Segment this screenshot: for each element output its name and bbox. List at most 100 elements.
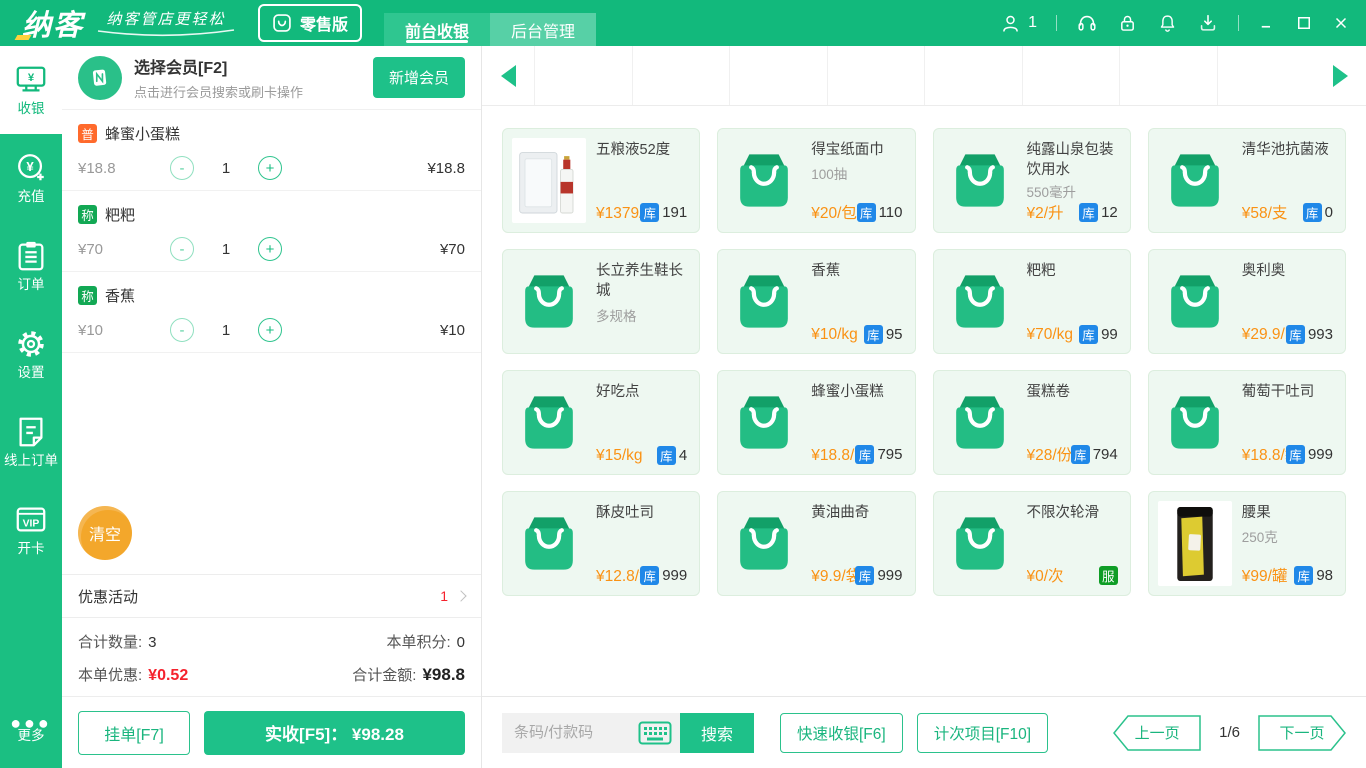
pay-button[interactable]: 实收[F5]： ¥98.28 xyxy=(204,710,465,755)
member-title: 选择会员[F2] xyxy=(134,60,228,77)
hold-order-button[interactable]: 挂单[F7] xyxy=(78,710,190,755)
plus-button[interactable]: + xyxy=(258,237,282,261)
stock-badge: 库 xyxy=(1079,202,1099,222)
product-card[interactable]: 好吃点 ¥15/kg 库 4 xyxy=(502,370,701,475)
category-tab[interactable] xyxy=(826,46,925,105)
product-card[interactable]: 蜂蜜小蛋糕 ¥18.8/袋 库 795 xyxy=(717,370,916,475)
minus-button[interactable]: - xyxy=(170,156,194,180)
support-headset-icon[interactable] xyxy=(1076,12,1098,34)
recharge-icon: ¥ xyxy=(18,154,44,181)
category-tab[interactable] xyxy=(631,46,730,105)
product-spec: 100抽 xyxy=(811,167,848,183)
product-stock: 库 0 xyxy=(1302,202,1333,222)
product-bottom-row: ¥58/支 库 0 xyxy=(1242,201,1333,223)
download-update-icon[interactable] xyxy=(1197,12,1219,34)
product-bottom-row: ¥1379/瓶 库 191 xyxy=(596,201,687,223)
notification-bell-icon[interactable] xyxy=(1157,13,1178,34)
item-qty: 1 xyxy=(221,159,231,177)
tab-back-office[interactable]: 后台管理 xyxy=(490,13,597,46)
sidebar-more-button[interactable]: ●●● 更多 xyxy=(0,694,62,768)
category-tab[interactable] xyxy=(1119,46,1217,105)
close-button[interactable] xyxy=(1332,14,1350,32)
product-card[interactable]: 腰果 250克 ¥99/罐 库 98 xyxy=(1147,491,1346,596)
product-info: 奥利奥 ¥29.9/kg 库 993 xyxy=(1242,259,1333,344)
plus-button[interactable]: + xyxy=(258,156,282,180)
sidebar-item-online-orders[interactable]: 线上订单 xyxy=(0,398,62,486)
cart-item[interactable]: 普 蜂蜜小蛋糕 ¥18.8 - 1 + ¥18.8 xyxy=(62,110,481,191)
product-name: 好吃点 xyxy=(596,384,640,400)
keyboard-icon[interactable] xyxy=(638,721,672,745)
item-name: 蜂蜜小蛋糕 xyxy=(105,126,181,143)
product-card[interactable]: 五粮液52度 ¥1379/瓶 库 191 xyxy=(502,128,701,233)
order-points: 本单积分: 0 xyxy=(386,634,465,651)
edition-label: 零售版 xyxy=(300,17,349,34)
category-next-arrow[interactable] xyxy=(1314,46,1366,105)
member-select-row[interactable]: 选择会员[F2] 点击进行会员搜索或刷卡操作 新增会员 xyxy=(62,46,481,110)
product-card[interactable]: 长立养生鞋长城 多规格 xyxy=(502,249,701,354)
add-member-button[interactable]: 新增会员 xyxy=(372,57,465,98)
product-card[interactable]: 蛋糕卷 ¥28/份 库 794 xyxy=(932,370,1131,475)
sidebar-item-orders[interactable]: 订单 xyxy=(0,222,62,310)
right-triangle-icon xyxy=(1332,64,1348,87)
stock-count: 99 xyxy=(1101,326,1118,343)
lock-icon[interactable] xyxy=(1117,13,1138,34)
product-card[interactable]: 得宝纸面巾 100抽 ¥20/包 库 110 xyxy=(717,128,916,233)
stock-badge: 库 xyxy=(1079,325,1099,344)
cart-summary: 合计数量: 3 本单积分: 0 本单优惠: ¥0.52 合计金额: ¥98.8 xyxy=(62,618,481,696)
stock-badge: 服 xyxy=(1098,565,1118,585)
category-tab[interactable] xyxy=(1021,46,1120,105)
product-bag-icon xyxy=(1158,148,1232,214)
product-bag-icon xyxy=(943,511,1017,577)
product-stock: 库 99 xyxy=(1079,325,1118,344)
cart-item[interactable]: 称 粑粑 ¥70 - 1 + ¥70 xyxy=(62,191,481,272)
category-tab[interactable] xyxy=(924,46,1022,105)
product-card[interactable]: 清华池抗菌液 ¥58/支 库 0 xyxy=(1147,128,1346,233)
category-tab[interactable] xyxy=(1216,46,1315,105)
sidebar-item-recharge[interactable]: ¥ 充值 xyxy=(0,134,62,222)
sidebar-item-cashier[interactable]: ¥ 收银 xyxy=(0,46,62,134)
quick-cashier-button[interactable]: 快速收银[F6] xyxy=(780,712,903,753)
count-item-button[interactable]: 计次项目[F10] xyxy=(916,712,1049,753)
product-name: 腰果 xyxy=(1241,505,1271,521)
product-stock: 库 999 xyxy=(640,565,687,585)
product-card[interactable]: 粑粑 ¥70/kg 库 99 xyxy=(932,249,1131,354)
product-card[interactable]: 奥利奥 ¥29.9/kg 库 993 xyxy=(1147,249,1346,354)
stock-badge: 库 xyxy=(855,565,875,585)
clear-cart-button[interactable]: 清空 xyxy=(78,506,132,560)
sidebar-item-vip-card[interactable]: VIP 开卡 xyxy=(0,486,62,574)
product-card[interactable]: 酥皮吐司 ¥12.8/袋 库 999 xyxy=(502,491,701,596)
cart-item[interactable]: 称 香蕉 ¥10 - 1 + ¥10 xyxy=(62,272,481,353)
online-user[interactable]: 1 xyxy=(1000,13,1037,34)
product-price: ¥58/支 xyxy=(1241,205,1288,222)
product-card[interactable]: 黄油曲奇 ¥9.9/袋 库 999 xyxy=(717,491,916,596)
product-card[interactable]: 纯露山泉包装饮用水 550毫升 ¥2/升 库 12 xyxy=(932,128,1131,233)
more-dots-icon: ●●● xyxy=(10,712,52,733)
product-card[interactable]: 香蕉 ¥10/kg 库 95 xyxy=(717,249,916,354)
product-card[interactable]: 不限次轮滑 ¥0/次 服 xyxy=(932,491,1131,596)
cart-list: 清空 普 蜂蜜小蛋糕 ¥18.8 - 1 + ¥18.8 称 粑粑 ¥70 - … xyxy=(62,110,481,574)
app-logo: 纳客 xyxy=(16,2,84,44)
item-type-badge: 称 xyxy=(78,286,97,305)
next-page-button[interactable]: 下一页 xyxy=(1258,714,1346,751)
category-prev-arrow[interactable] xyxy=(482,46,534,105)
minus-button[interactable]: - xyxy=(170,318,194,342)
minus-button[interactable]: - xyxy=(170,237,194,261)
search-button[interactable]: 搜索 xyxy=(680,712,754,753)
prev-page-button[interactable]: 上一页 xyxy=(1113,714,1201,751)
main-tabs: 前台收银 后台管理 xyxy=(384,13,597,46)
barcode-input[interactable] xyxy=(514,724,638,741)
user-icon xyxy=(1003,15,1018,32)
product-name: 五粮液52度 xyxy=(596,142,671,158)
minimize-button[interactable] xyxy=(1258,14,1276,32)
category-tab[interactable] xyxy=(729,46,827,105)
tab-front-cashier[interactable]: 前台收银 xyxy=(384,13,491,46)
product-price: ¥10/kg xyxy=(811,325,858,343)
stock-badge: 库 xyxy=(640,202,660,222)
maximize-button[interactable] xyxy=(1295,14,1313,32)
product-card[interactable]: 葡萄干吐司 ¥18.8/袋 库 999 xyxy=(1147,370,1346,475)
sidebar-item-settings[interactable]: 设置 xyxy=(0,310,62,398)
member-card-icon xyxy=(78,55,122,100)
promo-row[interactable]: 优惠活动 1 xyxy=(62,574,481,618)
category-tab[interactable] xyxy=(534,46,632,105)
plus-button[interactable]: + xyxy=(258,318,282,342)
